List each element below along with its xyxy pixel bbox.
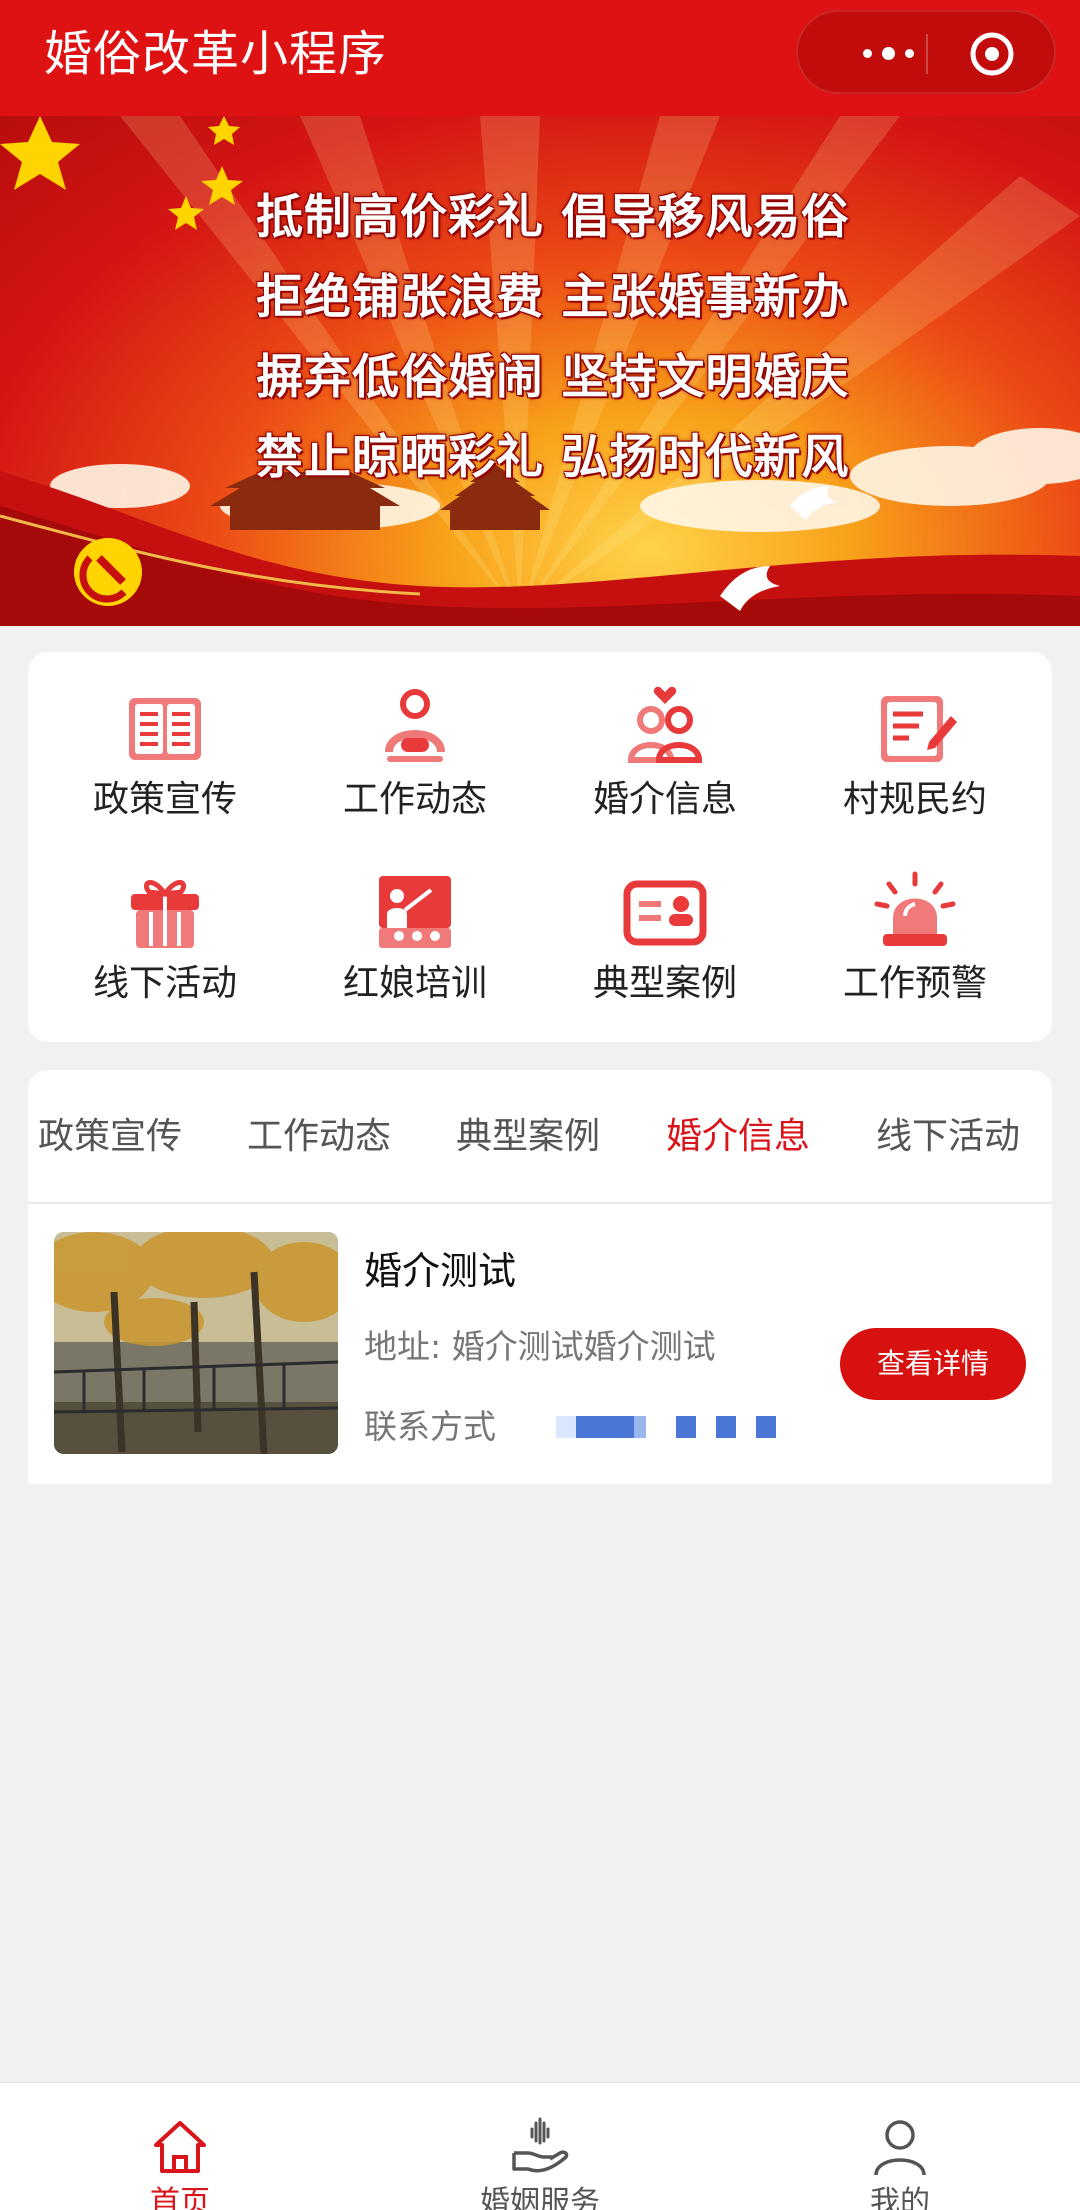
mini-program-capsule — [796, 10, 1056, 94]
tabbar-home[interactable]: 首页 — [0, 2083, 360, 2210]
tabbar-marriage-service[interactable]: 婚姻服务 — [360, 2083, 720, 2210]
banner-slogans: 抵制高价彩礼 倡导移风易俗 拒绝铺张浪费 主张婚事新办 摒弃低俗婚闹 坚持文明婚… — [256, 178, 856, 498]
home-icon — [154, 2121, 206, 2173]
slogan-line: 拒绝铺张浪费 主张婚事新办 — [256, 270, 850, 325]
tabbar-mine[interactable]: 我的 — [720, 2083, 1080, 2210]
category-matchmaking[interactable]: 婚介信息 — [540, 652, 790, 822]
category-grid: 政策宣传 工作动态 婚介信息 村规民约 线下活动 红娘培训 典型案例 工作预警 — [28, 652, 1052, 1042]
banner-carousel[interactable]: 抵制高价彩礼 倡导移风易俗 拒绝铺张浪费 主张婚事新办 摒弃低俗婚闹 坚持文明婚… — [0, 116, 1080, 626]
slogan-line: 摒弃低俗婚闹 坚持文明婚庆 — [256, 350, 850, 405]
training-icon — [379, 876, 451, 948]
tab-matchmaking[interactable]: 婚介信息 — [666, 1112, 810, 1162]
news-tabs-card: 政策宣传 工作动态 典型案例 婚介信息 线下活动 婚介测试 地址: 婚介测试婚介… — [28, 1070, 1052, 1484]
item-thumbnail — [54, 1232, 338, 1454]
tabbar-label: 首页 — [150, 2185, 210, 2210]
couple-icon — [627, 686, 703, 763]
category-offline-events[interactable]: 线下活动 — [40, 836, 290, 1006]
slogan-line: 禁止晾晒彩礼 弘扬时代新风 — [256, 430, 850, 485]
category-label: 线下活动 — [92, 963, 237, 1004]
item-address: 地址: 婚介测试婚介测试 — [364, 1324, 716, 1370]
id-card-icon — [623, 880, 707, 946]
category-village-rules[interactable]: 村规民约 — [790, 652, 1040, 822]
address-value: 婚介测试婚介测试 — [451, 1327, 716, 1366]
tab-policy[interactable]: 政策宣传 — [38, 1112, 182, 1162]
capsule-divider — [926, 34, 928, 74]
item-contact-label: 联系方式 — [364, 1407, 496, 1446]
category-work-alerts[interactable]: 工作预警 — [790, 836, 1040, 1006]
book-icon — [129, 698, 201, 760]
hand-heart-icon — [512, 2117, 569, 2173]
slogan-line: 抵制高价彩礼 倡导移风易俗 — [256, 190, 850, 245]
user-icon — [874, 2120, 926, 2176]
gift-icon — [131, 880, 199, 948]
masked-contact-value — [556, 1416, 806, 1438]
bottom-tab-bar: 首页 婚姻服务 我的 — [0, 2082, 1080, 2210]
category-label: 工作动态 — [342, 779, 487, 820]
category-label: 红娘培训 — [342, 963, 487, 1004]
person-icon — [385, 689, 445, 762]
category-label: 工作预警 — [842, 963, 987, 1004]
tab-offline-events[interactable]: 线下活动 — [876, 1112, 1020, 1162]
list-item[interactable]: 婚介测试 地址: 婚介测试婚介测试 联系方式 查看详情 — [28, 1206, 1052, 1474]
app-title: 婚俗改革小程序 — [44, 26, 388, 82]
target-close-icon[interactable] — [968, 30, 1016, 78]
category-work-news[interactable]: 工作动态 — [290, 652, 540, 822]
view-details-button[interactable]: 查看详情 — [840, 1328, 1026, 1400]
tab-bar: 政策宣传 工作动态 典型案例 婚介信息 线下活动 — [28, 1070, 1052, 1204]
tab-work-news[interactable]: 工作动态 — [247, 1112, 391, 1162]
document-edit-icon — [881, 696, 957, 762]
more-dots-icon[interactable] — [838, 38, 938, 68]
address-label: 地址: — [364, 1327, 442, 1366]
tab-typical-cases[interactable]: 典型案例 — [456, 1112, 600, 1162]
category-label: 政策宣传 — [92, 779, 237, 820]
category-label: 村规民约 — [842, 779, 987, 820]
top-nav-bar: 婚俗改革小程序 — [0, 0, 1080, 116]
category-label: 典型案例 — [592, 963, 737, 1004]
category-typical-cases[interactable]: 典型案例 — [540, 836, 790, 1006]
alarm-icon — [874, 871, 956, 946]
tabbar-label: 我的 — [870, 2185, 930, 2210]
item-title: 婚介测试 — [364, 1249, 517, 1293]
category-policy[interactable]: 政策宣传 — [40, 652, 290, 822]
category-label: 婚介信息 — [592, 779, 737, 820]
tabbar-label: 婚姻服务 — [480, 2185, 600, 2210]
category-matchmaker-training[interactable]: 红娘培训 — [290, 836, 540, 1006]
